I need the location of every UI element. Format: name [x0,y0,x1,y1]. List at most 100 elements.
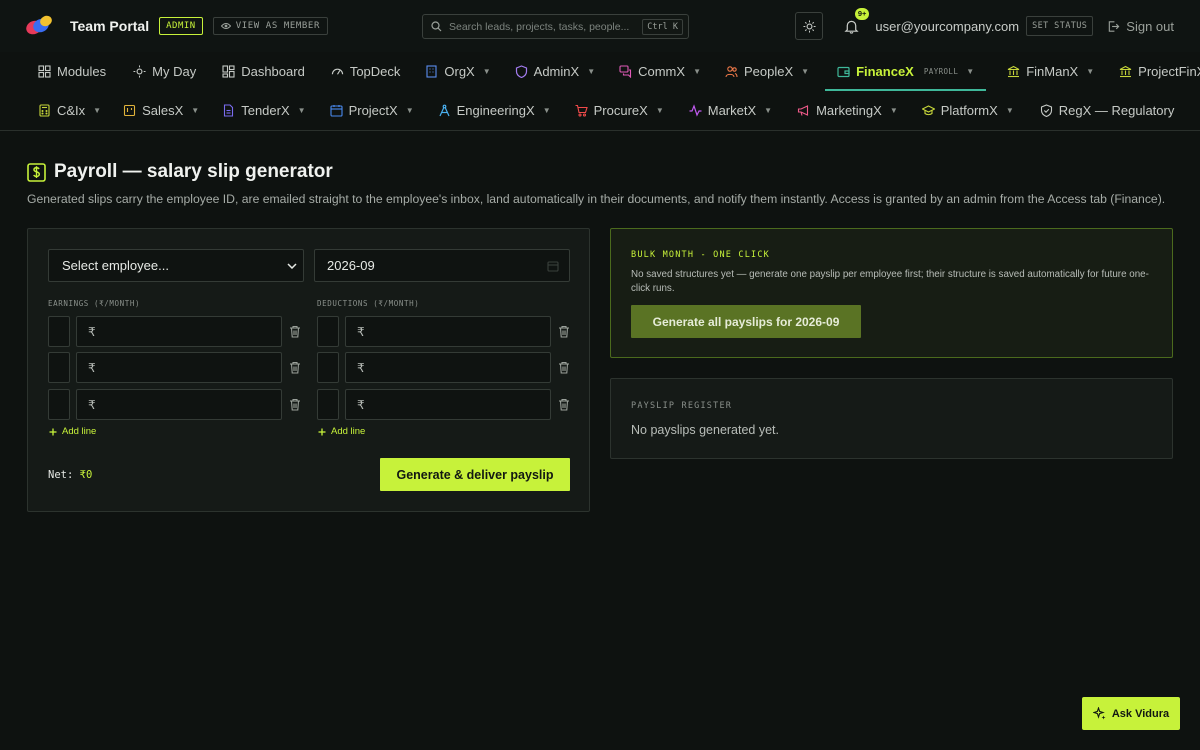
earning-name-input[interactable] [48,389,70,420]
nav-label: EngineeringX [456,103,535,118]
add-deduction-line-button[interactable]: Add line [318,426,365,437]
page-header: Payroll — salary slip generator [27,161,333,183]
earning-line: ₹ [48,352,308,383]
deduction-name-input[interactable] [317,316,339,347]
search-box[interactable]: Search leads, projects, tasks, people...… [422,14,689,39]
earning-amount-input[interactable]: ₹ [76,352,282,383]
nav-label: MarketingX [816,103,882,118]
set-status-button[interactable]: SET STATUS [1026,16,1094,36]
shield-check-icon [1040,104,1052,117]
trash-icon[interactable] [289,361,301,374]
deduction-amount-input[interactable]: ₹ [345,389,551,420]
nav-item-peoplex[interactable]: PeopleX ▼ [725,52,809,91]
nav-label: ProjectFinX [1138,64,1200,79]
nav-item-orgx[interactable]: OrgX ▼ [425,52,491,91]
nav-item-marketingx[interactable]: MarketingX ▼ [797,91,898,130]
search-input[interactable]: Search leads, projects, tasks, people... [449,21,635,33]
nav-label: OrgX [444,64,475,79]
graduation-icon [921,105,935,116]
trash-icon[interactable] [558,325,570,338]
ask-assistant-button[interactable]: Ask Vidura [1082,697,1180,730]
calculator-icon [39,104,50,117]
deduction-amount-input[interactable]: ₹ [345,316,551,347]
currency-symbol: ₹ [88,360,96,375]
view-as-member-button[interactable]: VIEW AS MEMBER [212,17,328,35]
nav-item-salesx[interactable]: SalesX ▼ [123,91,199,130]
calendar-icon[interactable] [547,260,559,272]
nav-item-adminx[interactable]: AdminX ▼ [515,52,595,91]
nav-label: PlatformX [940,103,998,118]
nav-item-engineeringx[interactable]: EngineeringX ▼ [438,91,551,130]
generate-payslip-button[interactable]: Generate & deliver payslip [380,458,570,491]
nav-label: SalesX [142,103,184,118]
currency-symbol: ₹ [88,397,96,412]
nav-sublabel: PAYROLL [923,67,959,76]
cart-icon [575,104,588,117]
nav-item-projectx[interactable]: ProjectX ▼ [330,91,414,130]
nav-item-platformx[interactable]: PlatformX ▼ [921,91,1014,130]
deduction-name-input[interactable] [317,389,339,420]
page-description: Generated slips carry the employee ID, a… [27,192,1166,206]
earning-name-input[interactable] [48,316,70,347]
deduction-amount-input[interactable]: ₹ [345,352,551,383]
nav-item-cix[interactable]: C&Ix ▼ [38,91,101,130]
add-line-label: Add line [331,426,366,437]
currency-symbol: ₹ [357,360,365,375]
deduction-line: ₹ [317,352,577,383]
nav-item-tenderx[interactable]: TenderX ▼ [222,91,306,130]
earning-amount-input[interactable]: ₹ [76,389,282,420]
building-icon [426,65,437,78]
nav-item-procurex[interactable]: ProcureX ▼ [575,91,664,130]
trash-icon[interactable] [558,398,570,411]
nav-label: TopDeck [349,64,401,79]
nav-label: My Day [152,64,197,79]
nav-item-marketx[interactable]: MarketX ▼ [689,91,772,130]
sign-out-label: Sign out [1126,18,1174,34]
plus-icon [318,428,326,435]
brand[interactable]: Team Portal [24,13,149,37]
nav-item-my-day[interactable]: My Day [133,52,196,91]
notifications-button[interactable]: 9+ [841,8,870,36]
nav-item-projectfinx[interactable]: ProjectFinX ▼ [1119,52,1200,91]
deduction-name-input[interactable] [317,352,339,383]
sign-out-icon [1109,20,1120,32]
employee-select[interactable]: Select employee... [48,249,304,282]
gauge-icon [331,68,343,75]
nav-item-modules[interactable]: Modules [38,52,106,91]
sales-icon [124,104,136,117]
role-badge: ADMIN [159,17,203,35]
add-earning-line-button[interactable]: Add line [49,426,96,437]
chevron-down-icon: ▼ [93,106,102,115]
sun-icon [133,65,146,78]
theme-toggle-button[interactable] [795,12,824,40]
trash-icon[interactable] [558,361,570,374]
nav-item-regx[interactable]: RegX — Regulatory [1040,91,1175,130]
people-icon [725,66,738,78]
earnings-label: EARNINGS (₹/MONTH) [48,299,141,308]
nav-item-finmanx[interactable]: FinManX ▼ [1007,52,1094,91]
nav-label: FinManX [1026,64,1079,79]
currency-symbol: ₹ [357,397,365,412]
sign-out-button[interactable]: Sign out [1107,19,1174,34]
add-line-label: Add line [62,426,97,437]
nav-item-commx[interactable]: CommX ▼ [619,52,701,91]
module-nav-primary: Modules My Day Dashboard TopDeck OrgX ▼ … [0,52,1200,91]
nav-label: RegX — Regulatory [1058,103,1175,118]
view-as-member-label: VIEW AS MEMBER [235,21,320,31]
trash-icon[interactable] [289,398,301,411]
compass-icon [439,104,450,117]
generate-all-payslips-button[interactable]: Generate all payslips for 2026-09 [631,305,861,338]
notification-count-badge: 9+ [854,8,870,20]
month-value: 2026-09 [327,258,375,273]
user-email[interactable]: user@yourcompany.com [875,19,1019,34]
chevron-down-icon: ▼ [587,67,596,76]
register-title: PAYSLIP REGISTER [631,401,733,411]
month-picker[interactable]: 2026-09 [314,249,570,282]
chevron-down-icon: ▼ [693,67,701,76]
nav-item-topdeck[interactable]: TopDeck [331,52,401,91]
nav-item-financex[interactable]: FinanceX PAYROLL ▼ [825,52,987,91]
trash-icon[interactable] [289,325,301,338]
nav-item-dashboard[interactable]: Dashboard [222,52,305,91]
earning-name-input[interactable] [48,352,70,383]
earning-amount-input[interactable]: ₹ [76,316,282,347]
